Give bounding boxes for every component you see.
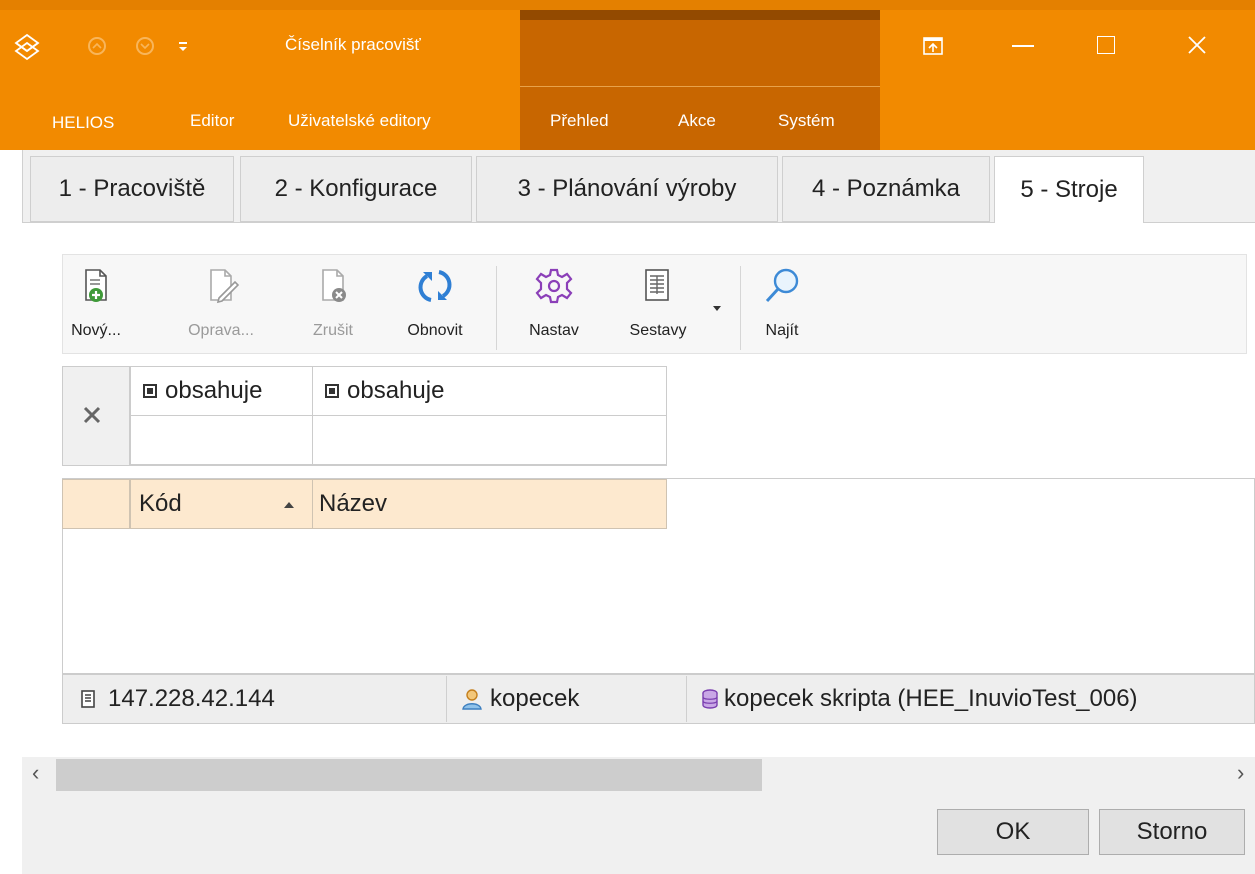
status-database: kopecek skripta (HEE_InuvioTest_006) (700, 674, 1138, 724)
column-header-nazev-label: Název (319, 490, 388, 517)
status-divider (686, 676, 687, 722)
delete-document-icon (322, 269, 346, 302)
tab-poznamka[interactable]: 4 - Poznámka (782, 156, 990, 222)
minimize-icon[interactable] (1012, 45, 1034, 47)
tab-konfigurace[interactable]: 2 - Konfigurace (240, 156, 472, 222)
column-header-kod-label: Kód (139, 490, 182, 517)
filter-operator-nazev[interactable]: obsahuje (312, 366, 667, 416)
edit-button-label: Oprava... (188, 322, 254, 339)
toolbar-separator (740, 266, 741, 350)
filter-operator-label: obsahuje (347, 377, 445, 404)
window-top-edge (0, 0, 1255, 10)
status-database-name: kopecek skripta (HEE_InuvioTest_006) (724, 685, 1138, 712)
navigate-down-icon[interactable] (136, 37, 154, 55)
status-server-address: 147.228.42.144 (108, 685, 275, 712)
refresh-button[interactable]: Obnovit (390, 262, 480, 348)
cancel-button[interactable]: Storno (1099, 809, 1245, 855)
ribbon-display-options-icon[interactable] (922, 36, 944, 61)
tab-stroje[interactable]: 5 - Stroje (994, 156, 1144, 223)
scrollbar-thumb[interactable] (56, 759, 762, 791)
new-button[interactable]: Nový... (68, 262, 124, 348)
edit-button[interactable]: Oprava... (178, 262, 264, 348)
status-server: 147.228.42.144 (80, 674, 275, 724)
settings-button-label: Nastav (529, 322, 579, 339)
database-icon (702, 689, 718, 709)
refresh-icon (418, 270, 452, 302)
menu-actions[interactable]: Akce (678, 111, 716, 131)
quick-access-dropdown-icon[interactable] (176, 36, 190, 61)
sort-ascending-icon (284, 502, 294, 508)
tab-pracoviste[interactable]: 1 - Pracoviště (30, 156, 234, 222)
refresh-button-label: Obnovit (407, 322, 463, 339)
status-user-name: kopecek (490, 685, 580, 712)
maximize-icon[interactable] (1097, 36, 1115, 54)
edit-document-icon (210, 269, 240, 304)
delete-button[interactable]: Zrušit (298, 262, 368, 348)
find-button[interactable]: Najít (752, 262, 812, 348)
app-logo-icon (14, 33, 40, 66)
scroll-right-icon[interactable]: › (1237, 760, 1244, 786)
filter-operator-kod[interactable]: obsahuje (130, 366, 313, 416)
find-button-label: Najít (765, 322, 799, 339)
server-icon (81, 690, 95, 708)
column-header-nazev[interactable]: Název (312, 479, 667, 529)
delete-button-label: Zrušit (313, 322, 353, 339)
reports-button[interactable]: Sestavy (612, 262, 704, 348)
new-document-icon (85, 269, 107, 302)
scroll-left-icon[interactable]: ‹ (32, 760, 39, 786)
grid-row-header[interactable] (62, 479, 130, 529)
ok-button[interactable]: OK (937, 809, 1089, 855)
clear-filter-button[interactable] (62, 366, 130, 466)
reports-dropdown-icon[interactable] (712, 300, 722, 318)
user-icon (462, 689, 482, 710)
filter-operator-icon (143, 384, 157, 398)
filter-operator-label: obsahuje (165, 377, 263, 404)
search-icon (765, 268, 799, 303)
status-divider (446, 676, 447, 722)
settings-button[interactable]: Nastav (514, 262, 594, 348)
menu-editor[interactable]: Editor (190, 111, 234, 131)
status-user: kopecek (460, 674, 579, 724)
filter-operator-icon (325, 384, 339, 398)
reports-button-label: Sestavy (629, 322, 687, 339)
navigate-up-icon[interactable] (88, 37, 106, 55)
menu-system[interactable]: Systém (778, 111, 835, 131)
menu-helios[interactable]: HELIOS (52, 113, 114, 133)
column-header-kod[interactable]: Kód (130, 479, 313, 529)
gear-icon (535, 268, 573, 304)
new-button-label: Nový... (71, 322, 121, 339)
menu-overview[interactable]: Přehled (550, 111, 609, 131)
filter-input-nazev[interactable] (312, 415, 667, 465)
filter-input-kod[interactable] (130, 415, 313, 465)
window-title: Číselník pracovišť (285, 35, 421, 54)
toolbar-separator (496, 266, 497, 350)
ribbon-context-divider (520, 86, 880, 87)
tab-planovani-vyroby[interactable]: 3 - Plánování výroby (476, 156, 778, 222)
menu-user-editors[interactable]: Uživatelské editory (288, 111, 431, 131)
ribbon-context-header (520, 10, 880, 20)
clear-filter-icon (83, 406, 101, 424)
close-icon[interactable] (1186, 34, 1208, 61)
report-icon (645, 269, 669, 301)
